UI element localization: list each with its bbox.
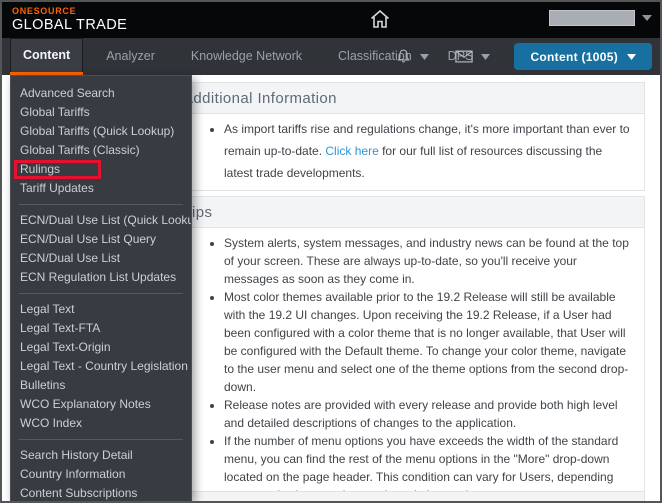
content-dropdown-menu: Advanced Search Global Tariffs Global Ta… [10,75,192,501]
user-name-redacted [549,10,635,26]
click-here-link[interactable]: Click here [325,144,378,158]
home-icon[interactable] [368,7,392,31]
menu-item-search-history-detail[interactable]: Search History Detail [11,446,191,465]
menu-item-wco-index[interactable]: WCO Index [11,414,191,433]
chevron-down-icon [627,53,636,60]
menu-item-tariff-updates[interactable]: Tariff Updates [11,179,191,198]
menu-item-wco-explanatory-notes[interactable]: WCO Explanatory Notes [11,395,191,414]
brand-onesource: ONESOURCE [12,6,77,16]
menu-divider [19,204,183,205]
bell-icon[interactable] [395,48,412,65]
nav-bar: Content Analyzer Knowledge Network Class… [2,38,660,75]
list-item: Release notes are provided with every re… [224,396,632,432]
envelope-icon[interactable] [455,50,474,63]
content-count-label: Content (1005) [530,49,618,64]
list-item: System alerts, system messages, and indu… [224,234,632,288]
user-menu[interactable] [549,10,652,26]
menu-item-ecn-regulation-list-updates[interactable]: ECN Regulation List Updates [11,268,191,287]
messages-chevron-down-icon[interactable] [481,53,491,60]
menu-item-ecn-dual-use-list[interactable]: ECN/Dual Use List [11,249,191,268]
menu-item-global-tariffs-classic[interactable]: Global Tariffs (Classic) [11,141,191,160]
menu-item-ecn-dual-use-list-quick-lookup[interactable]: ECN/Dual Use List (Quick Lookup) [11,211,191,230]
list-item: Most color themes available prior to the… [224,288,632,396]
top-bar: ONESOURCE GLOBAL TRADE [2,2,660,38]
menu-item-country-information[interactable]: Country Information [11,465,191,484]
chevron-down-icon [642,15,652,21]
menu-item-global-tariffs-quick-lookup[interactable]: Global Tariffs (Quick Lookup) [11,122,191,141]
menu-item-ecn-dual-use-list-query[interactable]: ECN/Dual Use List Query [11,230,191,249]
menu-item-label: Rulings [20,162,61,176]
menu-item-rulings[interactable]: Rulings [11,160,191,179]
tab-content[interactable]: Content [10,38,84,75]
menu-item-legal-text[interactable]: Legal Text [11,300,191,319]
menu-item-global-tariffs[interactable]: Global Tariffs [11,103,191,122]
menu-item-legal-text-origin[interactable]: Legal Text-Origin [11,338,191,357]
app-window: ONESOURCE GLOBAL TRADE Content Analyzer … [0,0,662,503]
tab-analyzer[interactable]: Analyzer [93,38,168,75]
nav-right-cluster: Content (1005) [395,38,652,75]
tab-knowledge-network[interactable]: Knowledge Network [178,38,315,75]
brand-logo: ONESOURCE GLOBAL TRADE [12,6,127,33]
brand-global-trade: GLOBAL TRADE [12,17,128,33]
menu-divider [19,293,183,294]
menu-item-advanced-search[interactable]: Advanced Search [11,84,191,103]
list-item: As import tariffs rise and regulations c… [224,118,632,184]
menu-item-legal-text-fta[interactable]: Legal Text-FTA [11,319,191,338]
menu-item-content-subscriptions[interactable]: Content Subscriptions [11,484,191,501]
menu-item-bulletins[interactable]: Bulletins [11,376,191,395]
content-count-dropdown-button[interactable]: Content (1005) [514,43,652,70]
notifications-chevron-down-icon[interactable] [420,53,430,60]
menu-divider [19,439,183,440]
menu-item-legal-text-country-legislation[interactable]: Legal Text - Country Legislation [11,357,191,376]
